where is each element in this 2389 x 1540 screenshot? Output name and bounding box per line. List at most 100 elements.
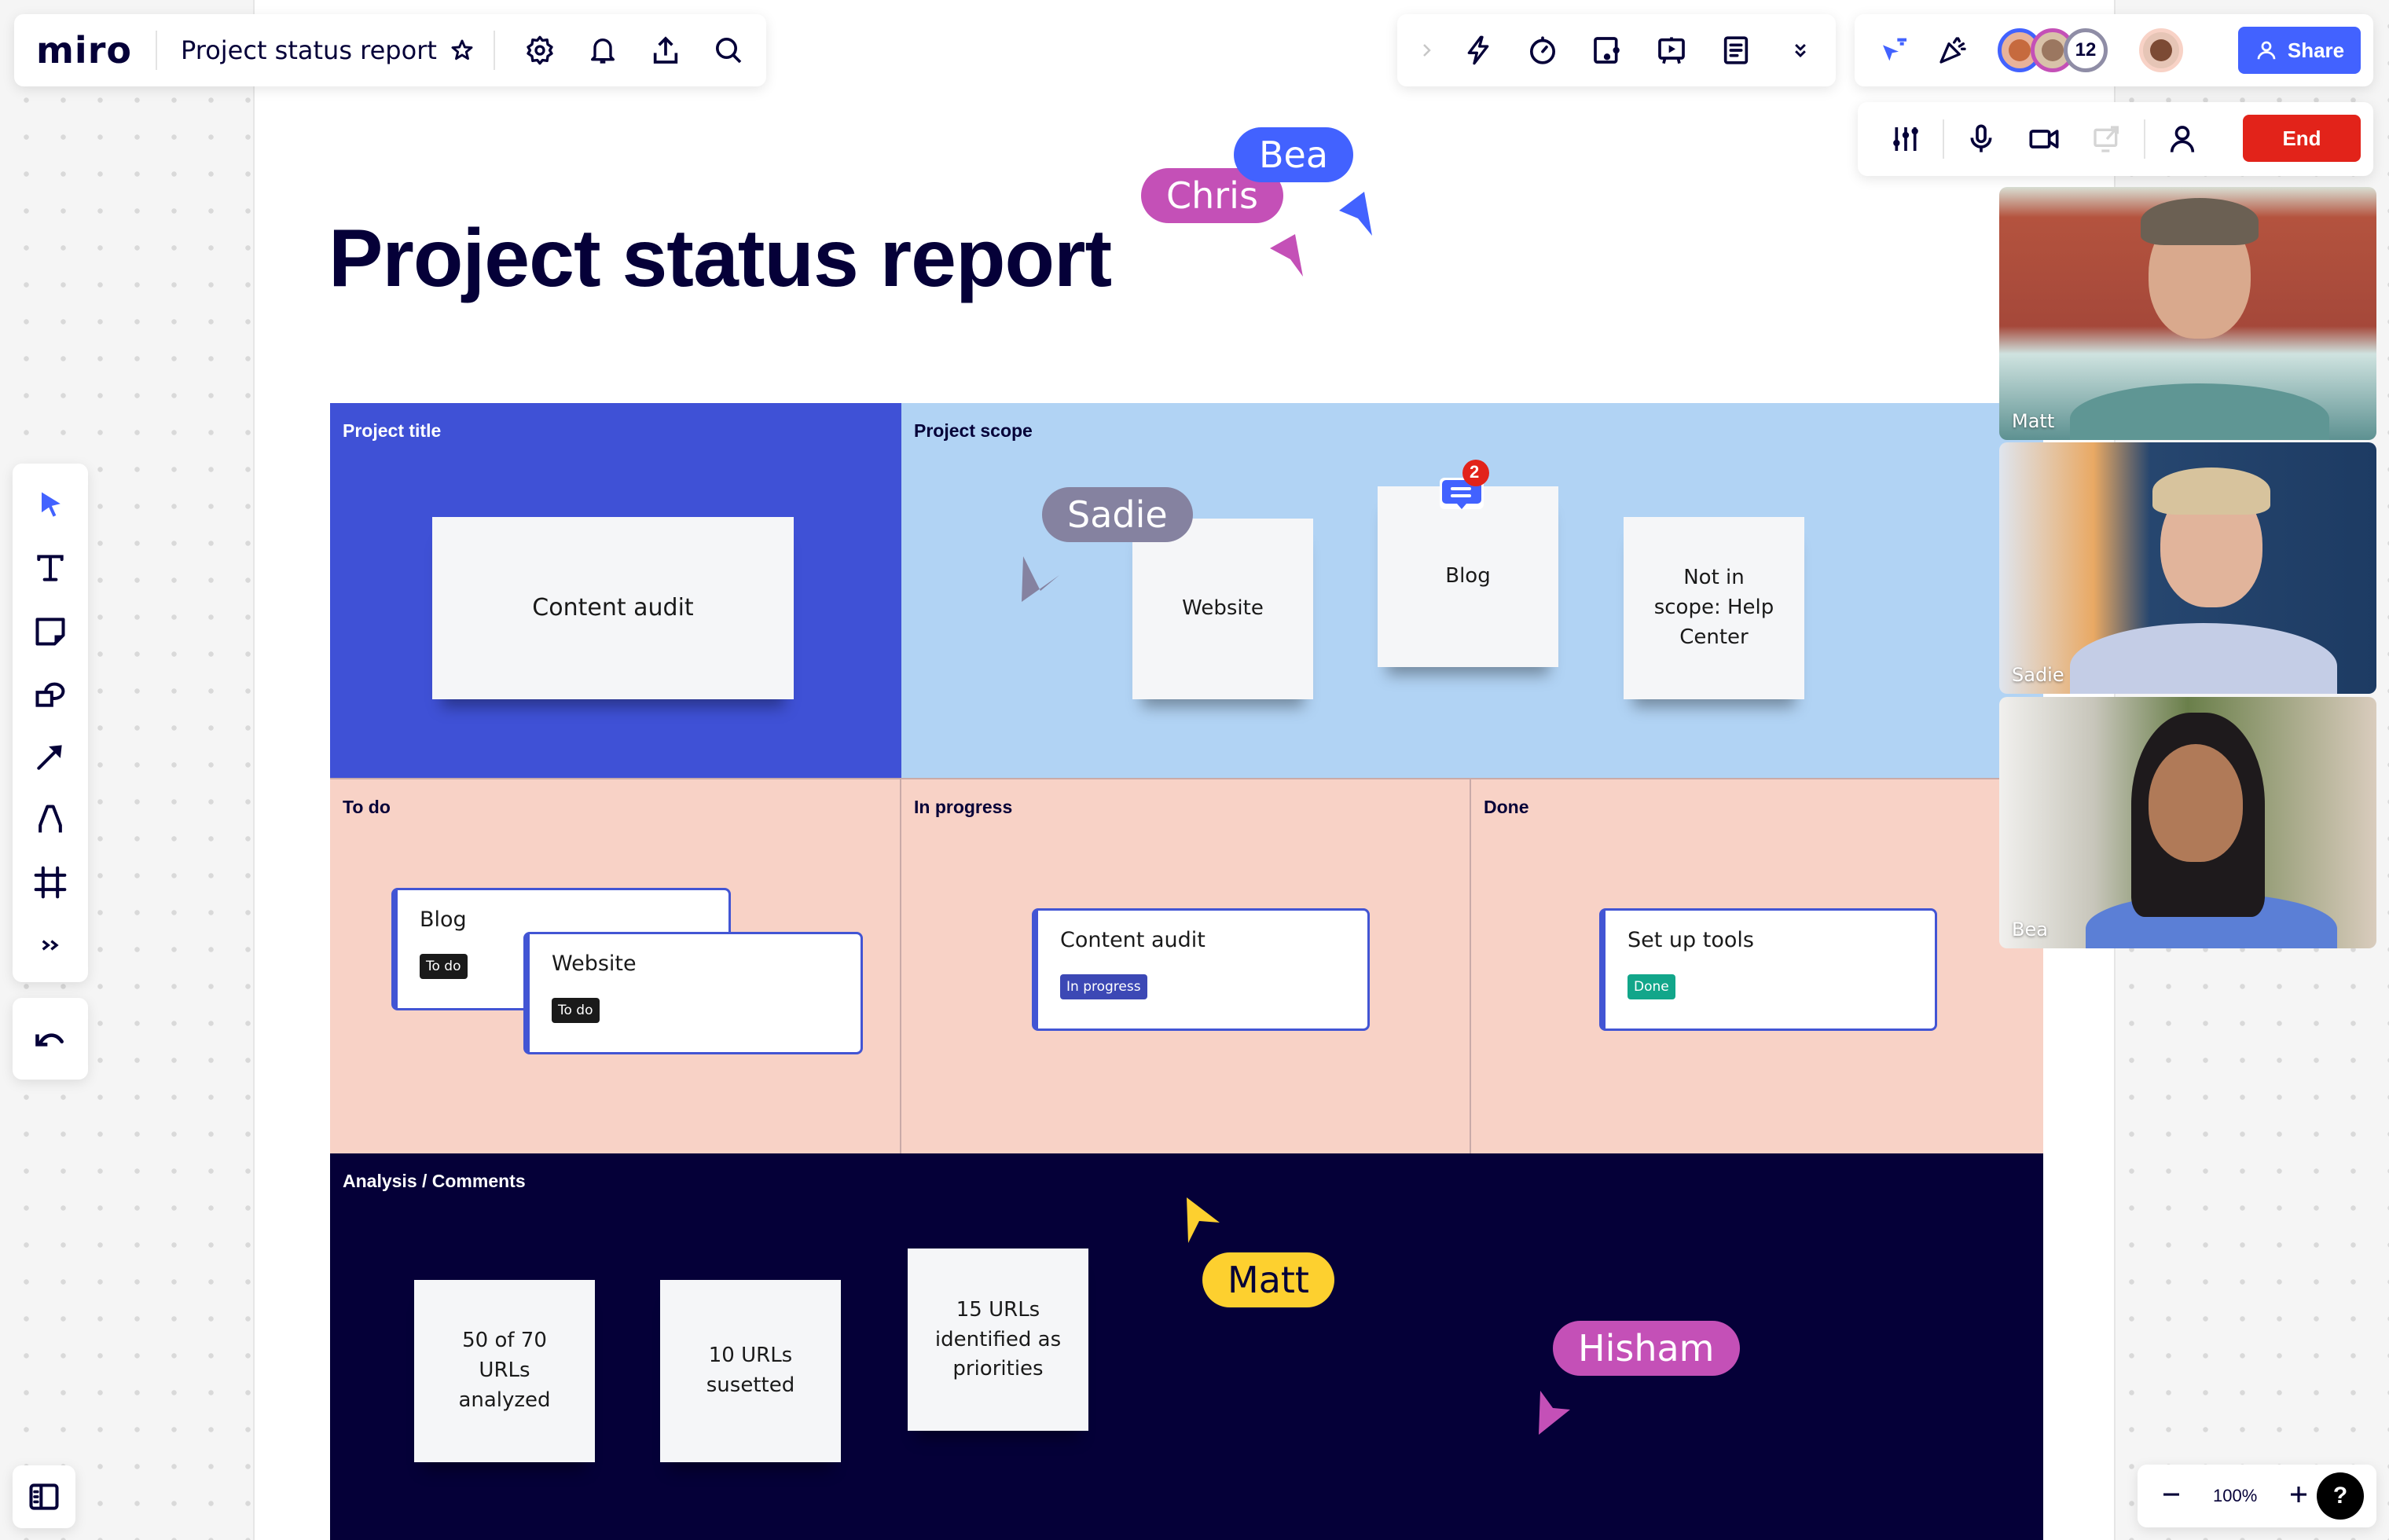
section-label: Done — [1484, 797, 1529, 817]
notes-button[interactable] — [1712, 26, 1760, 75]
pen-icon — [39, 805, 62, 833]
more-collaborators-count[interactable]: 12 — [2064, 28, 2108, 72]
participants-button[interactable] — [2158, 115, 2207, 163]
search-button[interactable] — [704, 26, 753, 75]
lightning-icon — [1467, 35, 1489, 65]
cursor-label-hisham: Hisham — [1553, 1321, 1740, 1376]
celebrate-button[interactable] — [1928, 26, 1977, 75]
more-apps-button[interactable] — [1776, 26, 1825, 75]
divider — [156, 31, 157, 70]
more-tools-icon — [42, 940, 59, 951]
export-button[interactable] — [641, 26, 690, 75]
section-label: Project scope — [914, 420, 1033, 441]
my-avatar[interactable] — [2139, 28, 2183, 72]
follow-cursors-button[interactable] — [1870, 26, 1919, 75]
pen-tool[interactable] — [23, 792, 78, 847]
cursor-arrow-icon — [1022, 556, 1059, 602]
zoom-level[interactable]: 100% — [2213, 1486, 2257, 1506]
section-label: Project title — [343, 420, 442, 441]
collaboration-bar: 12 Share — [1855, 14, 2373, 86]
search-icon — [715, 38, 742, 64]
zoom-out-button[interactable] — [2160, 1483, 2183, 1510]
help-button[interactable]: ? — [2317, 1472, 2364, 1520]
kanban-card[interactable]: Content audit In progress — [1032, 908, 1370, 1031]
video-tile-sadie[interactable]: Sadie — [1999, 442, 2376, 694]
sticky-note[interactable]: 50 of 70 URLs analyzed — [414, 1280, 595, 1462]
select-icon — [42, 492, 61, 517]
sticky-note-tool[interactable] — [23, 603, 78, 658]
board-sidebar-toggle[interactable] — [13, 1465, 75, 1528]
connection-line-tool[interactable] — [23, 729, 78, 784]
camera-icon — [2029, 130, 2059, 148]
shapes-icon — [35, 682, 65, 707]
call-settings-button[interactable] — [1881, 115, 1930, 163]
chevron-right-icon — [1423, 44, 1431, 57]
screen-share-button[interactable] — [2083, 115, 2131, 163]
select-tool[interactable] — [23, 478, 78, 533]
card-title: Website — [552, 952, 637, 976]
end-call-button[interactable]: End — [2243, 115, 2361, 162]
timer-button[interactable] — [1518, 26, 1567, 75]
undo-panel — [13, 998, 88, 1080]
participant-name: Matt — [2012, 410, 2055, 432]
undo-button[interactable] — [33, 1021, 68, 1056]
sticky-note[interactable]: 15 URLs identified as priorities — [908, 1248, 1088, 1431]
avatar-image — [2042, 39, 2064, 61]
more-tools-button[interactable] — [23, 918, 78, 973]
quick-actions-button[interactable] — [1454, 26, 1503, 75]
cursor-arrow-icon — [1539, 1391, 1570, 1435]
cursor-arrow-icon — [1270, 234, 1303, 277]
favorite-button[interactable] — [445, 26, 479, 75]
settings-button[interactable] — [516, 26, 564, 75]
avatar-image — [2009, 39, 2031, 61]
video-tile-bea[interactable]: Bea — [1999, 697, 2376, 948]
person-icon — [2170, 126, 2195, 152]
sticky-note[interactable]: Not in scope: Help Center — [1624, 517, 1804, 699]
sticky-note[interactable]: 10 URLs susetted — [660, 1280, 841, 1462]
presentation-button[interactable] — [1647, 26, 1696, 75]
text-tool[interactable] — [23, 541, 78, 596]
miro-logo[interactable]: miro — [36, 29, 132, 72]
shapes-tool[interactable] — [23, 666, 78, 721]
sticky-note[interactable]: Website — [1132, 519, 1313, 699]
section-label: In progress — [914, 797, 1013, 817]
person-icon — [2257, 41, 2276, 60]
notes-icon — [1723, 36, 1749, 64]
cursor-arrow-icon — [1339, 192, 1372, 236]
frame-tool[interactable] — [23, 855, 78, 910]
screen-share-icon — [2094, 126, 2119, 152]
card-title: Blog — [420, 908, 467, 932]
sticky-note-icon — [35, 618, 65, 646]
card-title: Set up tools — [1628, 928, 1754, 952]
board-title[interactable]: Project status report — [181, 35, 437, 65]
undo-icon — [35, 1033, 64, 1047]
microphone-button[interactable] — [1957, 115, 2006, 163]
sticky-note[interactable]: Blog — [1378, 486, 1558, 667]
section-label: To do — [343, 797, 391, 817]
microphone-icon — [1970, 124, 1992, 152]
avatar-image — [2150, 39, 2172, 61]
avatar-stack[interactable]: 12 — [1998, 28, 2108, 72]
video-tile-matt[interactable]: Matt — [1999, 187, 2376, 440]
card-button[interactable] — [1583, 26, 1631, 75]
share-button[interactable]: Share — [2238, 27, 2361, 74]
status-tag[interactable]: To do — [420, 954, 468, 979]
comment-thread[interactable]: 2 — [1438, 459, 1490, 509]
page-title[interactable]: Project status report — [328, 212, 1112, 306]
settings-icon — [527, 35, 553, 65]
notifications-button[interactable] — [578, 26, 627, 75]
call-controls: End — [1858, 102, 2373, 176]
status-tag[interactable]: In progress — [1060, 974, 1147, 999]
kanban-card[interactable]: Website To do — [523, 932, 863, 1054]
card-title: Content audit — [1060, 928, 1206, 952]
status-tag[interactable]: To do — [552, 998, 600, 1023]
zoom-in-button[interactable] — [2287, 1483, 2310, 1510]
sticky-note[interactable]: Content audit — [432, 517, 794, 699]
divider — [2144, 119, 2145, 159]
camera-button[interactable] — [2020, 115, 2068, 163]
status-tag[interactable]: Done — [1628, 974, 1675, 999]
kanban-card[interactable]: Set up tools Done — [1599, 908, 1937, 1031]
arrow-icon — [37, 745, 62, 770]
cursor-label-matt: Matt — [1202, 1252, 1334, 1307]
collapse-toolbar-button[interactable] — [1415, 26, 1438, 75]
